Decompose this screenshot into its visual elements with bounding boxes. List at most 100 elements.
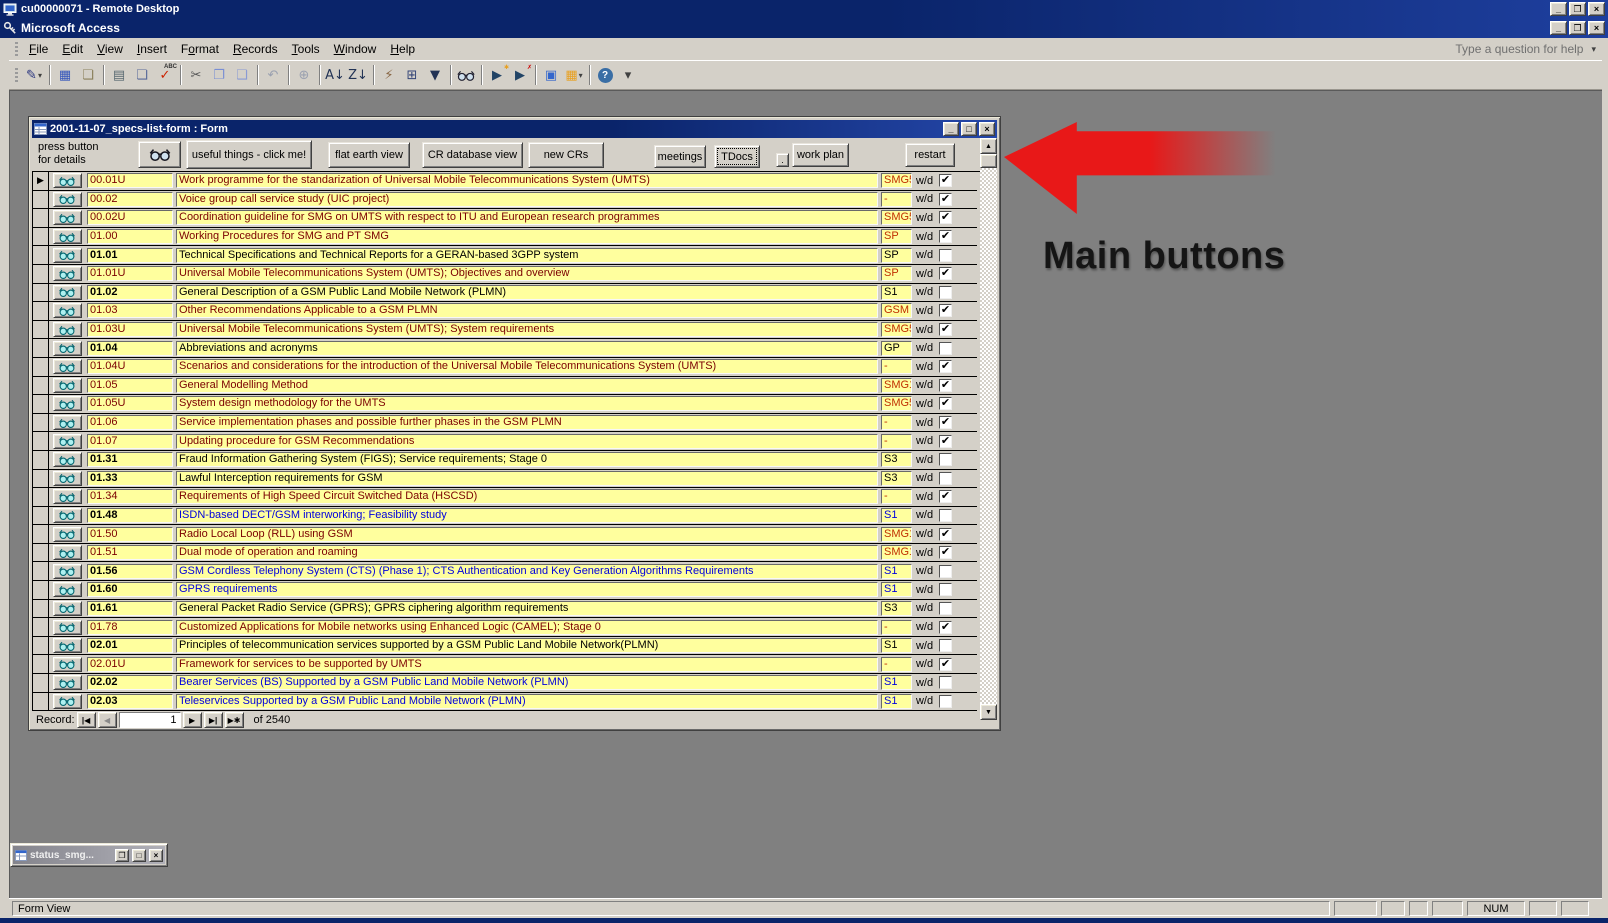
details-button[interactable] (53, 657, 82, 672)
spec-number-field[interactable]: 01.04 (87, 341, 173, 356)
record-selector[interactable] (33, 525, 49, 543)
group-field[interactable]: S1 (881, 582, 912, 597)
withdrawn-checkbox[interactable]: ✔ (939, 621, 952, 634)
form-minimize-button[interactable]: _ (943, 122, 959, 136)
withdrawn-checkbox[interactable]: ✔ (939, 546, 952, 559)
details-button[interactable] (53, 248, 82, 263)
help-question-box[interactable]: Type a question for help ▾ (1455, 42, 1602, 56)
withdrawn-checkbox[interactable]: ✔ (939, 490, 952, 503)
details-button[interactable] (53, 229, 82, 244)
copy-button[interactable]: ❐ (208, 64, 230, 86)
access-restore-button[interactable]: ❐ (1569, 21, 1586, 35)
record-selector[interactable] (33, 228, 49, 246)
spec-title-field[interactable]: Requirements of High Speed Circuit Switc… (176, 489, 878, 504)
access-close-button[interactable]: × (1588, 21, 1605, 35)
spec-number-field[interactable]: 01.61 (87, 601, 173, 616)
spec-title-field[interactable]: Coordination guideline for SMG on UMTS w… (176, 210, 878, 225)
spec-title-field[interactable]: GSM Cordless Telephony System (CTS) (Pha… (176, 564, 878, 579)
record-selector[interactable] (33, 600, 49, 618)
spec-title-field[interactable]: Principles of telecommunication services… (176, 638, 878, 653)
group-field[interactable]: S1 (881, 694, 912, 709)
spec-number-field[interactable]: 01.60 (87, 582, 173, 597)
group-field[interactable]: - (881, 620, 912, 635)
spec-number-field[interactable]: 01.34 (87, 489, 173, 504)
spelling-button[interactable]: ✓ABC (154, 64, 176, 86)
spec-number-field[interactable]: 01.01 (87, 248, 173, 263)
record-selector[interactable] (33, 470, 49, 488)
spec-number-field[interactable]: 00.02 (87, 192, 173, 207)
spec-number-field[interactable]: 01.03U (87, 322, 173, 337)
group-field[interactable]: - (881, 434, 912, 449)
spec-number-field[interactable]: 01.00 (87, 229, 173, 244)
group-field[interactable]: SMG1 (881, 527, 912, 542)
scroll-down-button[interactable]: ▼ (980, 704, 997, 720)
withdrawn-checkbox[interactable] (939, 695, 952, 708)
details-button[interactable] (53, 434, 82, 449)
filter-by-selection-button[interactable]: ⚡ (378, 64, 400, 86)
spec-title-field[interactable]: ISDN-based DECT/GSM interworking; Feasib… (176, 508, 878, 523)
menu-tools[interactable]: Tools (285, 39, 327, 59)
spec-title-field[interactable]: Fraud Information Gathering System (FIGS… (176, 452, 878, 467)
record-number-input[interactable]: 1 (119, 712, 181, 728)
details-button[interactable] (53, 638, 82, 653)
withdrawn-checkbox[interactable] (939, 639, 952, 652)
record-selector[interactable] (33, 637, 49, 655)
group-field[interactable]: - (881, 657, 912, 672)
group-field[interactable]: SMG1 (881, 545, 912, 560)
withdrawn-checkbox[interactable] (939, 565, 952, 578)
useful-things-button[interactable]: useful things - click me! (186, 140, 312, 169)
details-button[interactable] (53, 545, 82, 560)
restart-button[interactable]: restart (905, 143, 955, 167)
insert-hyperlink-button[interactable]: ⊕ (293, 64, 315, 86)
spec-title-field[interactable]: Customized Applications for Mobile netwo… (176, 620, 878, 635)
withdrawn-checkbox[interactable] (939, 472, 952, 485)
previous-record-button[interactable]: ◀ (98, 712, 117, 728)
last-record-button[interactable]: ▶| (204, 712, 223, 728)
record-selector[interactable] (33, 693, 49, 711)
work-plan-button[interactable]: work plan (792, 143, 849, 167)
spec-title-field[interactable]: Work programme for the standarization of… (176, 173, 878, 188)
withdrawn-checkbox[interactable]: ✔ (939, 323, 952, 336)
spec-title-field[interactable]: Technical Specifications and Technical R… (176, 248, 878, 263)
new-crs-button[interactable]: new CRs (528, 142, 604, 168)
database-window-button[interactable]: ▣ (540, 64, 562, 86)
withdrawn-checkbox[interactable] (939, 249, 952, 262)
view-button[interactable]: ✎▾ (23, 64, 45, 86)
group-field[interactable]: S1 (881, 638, 912, 653)
details-button[interactable] (53, 415, 82, 430)
group-field[interactable]: - (881, 415, 912, 430)
spec-title-field[interactable]: General Packet Radio Service (GPRS); GPR… (176, 601, 878, 616)
record-selector[interactable] (33, 562, 49, 580)
group-field[interactable]: SP (881, 248, 912, 263)
menu-edit[interactable]: Edit (55, 39, 90, 59)
record-selector[interactable] (33, 358, 49, 376)
spec-title-field[interactable]: Universal Mobile Telecommunications Syst… (176, 266, 878, 281)
toolbar-options-button[interactable]: ▾ (617, 64, 639, 86)
group-field[interactable]: SMG1 (881, 378, 912, 393)
spec-number-field[interactable]: 01.56 (87, 564, 173, 579)
withdrawn-checkbox[interactable] (939, 676, 952, 689)
spec-title-field[interactable]: Lawful Interception requirements for GSM (176, 471, 878, 486)
menu-insert[interactable]: Insert (130, 39, 174, 59)
record-selector[interactable] (33, 395, 49, 413)
record-selector[interactable] (33, 432, 49, 450)
next-record-button[interactable]: ▶ (183, 712, 202, 728)
spec-number-field[interactable]: 01.07 (87, 434, 173, 449)
withdrawn-checkbox[interactable] (939, 583, 952, 596)
new-object-button[interactable]: ▦▾ (563, 64, 585, 86)
spec-number-field[interactable]: 01.50 (87, 527, 173, 542)
record-selector[interactable] (33, 488, 49, 506)
spec-title-field[interactable]: System design methodology for the UMTS (176, 396, 878, 411)
withdrawn-checkbox[interactable]: ✔ (939, 379, 952, 392)
spec-title-field[interactable]: Bearer Services (BS) Supported by a GSM … (176, 675, 878, 690)
withdrawn-checkbox[interactable] (939, 342, 952, 355)
group-field[interactable]: SMG5 (881, 173, 912, 188)
spec-title-field[interactable]: General Description of a GSM Public Land… (176, 285, 878, 300)
details-button[interactable] (53, 471, 82, 486)
withdrawn-checkbox[interactable] (939, 286, 952, 299)
details-button[interactable] (53, 527, 82, 542)
apply-filter-button[interactable]: ▼ (424, 64, 446, 86)
record-selector[interactable] (33, 655, 49, 673)
withdrawn-checkbox[interactable]: ✔ (939, 304, 952, 317)
flat-earth-view-button[interactable]: flat earth view (328, 142, 410, 168)
